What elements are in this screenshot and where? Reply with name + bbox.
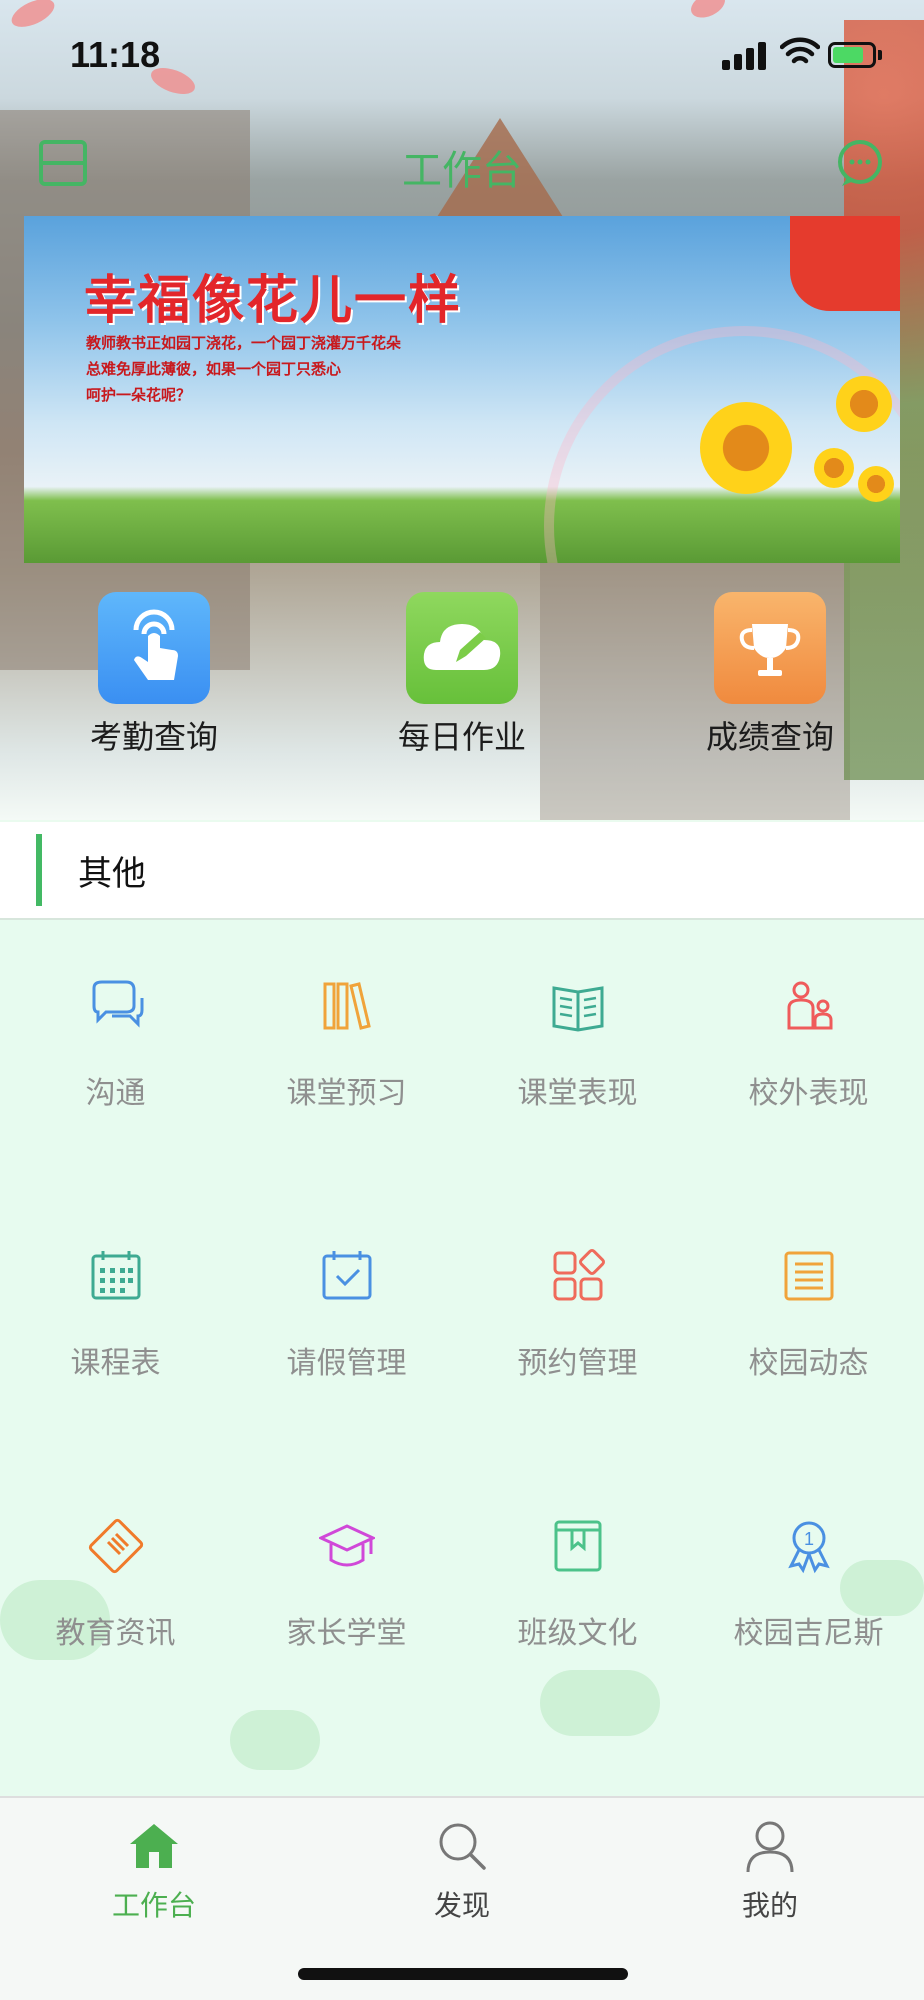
open-book-icon <box>552 986 604 1032</box>
section-title: 其他 <box>78 854 146 894</box>
grid-item-class-performance[interactable]: 课堂表现 <box>462 920 693 1190</box>
section-header-other: 其他 <box>0 822 924 918</box>
search-icon <box>439 1823 486 1870</box>
tab-mine[interactable]: 我的 <box>670 1818 870 1924</box>
grid-item-label: 校外表现 <box>748 1076 869 1111</box>
tab-label: 工作台 <box>111 1889 196 1922</box>
bookmark-book-icon <box>554 1520 602 1572</box>
parent-child-icon <box>787 981 833 1030</box>
sunflower-image <box>858 466 894 502</box>
nav-bar: 工作台 <box>0 130 924 200</box>
section-accent-bar <box>36 834 42 906</box>
battery-icon <box>828 42 876 68</box>
grid-item-label: 班级文化 <box>517 1616 638 1651</box>
quick-action-label: 考勤查询 <box>89 718 218 756</box>
grid-item-label: 课堂表现 <box>517 1076 638 1111</box>
quick-action-grades[interactable]: 成绩查询 <box>670 592 870 758</box>
trophy-icon <box>714 592 826 704</box>
list-doc-icon <box>784 1251 834 1301</box>
grid-item-label: 沟通 <box>85 1076 146 1111</box>
grid-item-label: 教育资讯 <box>55 1616 176 1651</box>
status-time: 11:18 <box>70 34 161 75</box>
banner-line: 呵护一朵花呢？ <box>86 386 192 404</box>
grid-item-appointment[interactable]: 预约管理 <box>462 1190 693 1460</box>
news-icon <box>88 1518 144 1574</box>
home-icon <box>130 1824 178 1868</box>
wifi-icon <box>780 37 820 64</box>
grid-item-communication[interactable]: 沟通 <box>0 920 231 1190</box>
sunflower-image <box>836 376 892 432</box>
tab-label: 发现 <box>433 1889 490 1922</box>
chat-bubbles-icon <box>92 980 144 1028</box>
signal-icon <box>722 40 768 70</box>
banner-title: 幸福像花儿一样 <box>84 270 463 331</box>
grid-item-class-culture[interactable]: 班级文化 <box>462 1460 693 1730</box>
award-ribbon-icon: 1 <box>788 1521 830 1574</box>
banner-line: 教师教书正如园丁浇花，一个园丁浇灌万千花朵 <box>86 334 402 352</box>
tab-label: 我的 <box>741 1889 798 1922</box>
grid-item-label: 课堂预习 <box>286 1076 407 1111</box>
grid-item-label: 校园吉尼斯 <box>733 1616 884 1651</box>
graduation-cap-icon <box>319 1524 375 1567</box>
grid-item-parent-school[interactable]: 家长学堂 <box>231 1460 462 1730</box>
grid-item-label: 家长学堂 <box>286 1616 407 1651</box>
calendar-grid-icon <box>91 1251 141 1300</box>
tab-discover[interactable]: 发现 <box>362 1818 562 1924</box>
grid-item-label: 预约管理 <box>517 1346 638 1381</box>
calendar-check-icon <box>322 1251 372 1300</box>
apps-icon <box>553 1249 605 1301</box>
grid-item-timetable[interactable]: 课程表 <box>0 1190 231 1460</box>
sunflower-image <box>814 448 854 488</box>
status-bar: 11:18 <box>0 0 924 110</box>
svg-text:1: 1 <box>804 1529 814 1549</box>
quick-action-attendance[interactable]: 考勤查询 <box>54 592 254 758</box>
grid-item-outside-performance[interactable]: 校外表现 <box>693 920 924 1190</box>
feature-grid: 沟通 课堂预习 课堂表现 校外表现 课程表 请假管理 预约管理 校园动态 教育资… <box>0 920 924 1796</box>
grid-item-class-preview[interactable]: 课堂预习 <box>231 920 462 1190</box>
battery-cap <box>878 50 882 60</box>
home-indicator <box>298 1968 628 1980</box>
watering-can-image <box>790 216 900 311</box>
banner-line: 总难免厚此薄彼，如果一个园丁只悉心 <box>86 360 342 378</box>
grid-item-label: 校园动态 <box>748 1346 869 1381</box>
banner-carousel[interactable]: 幸福像花儿一样 教师教书正如园丁浇花，一个园丁浇灌万千花朵 总难免厚此薄彼，如果… <box>24 216 900 563</box>
grid-item-campus-guinness[interactable]: 1 校园吉尼斯 <box>693 1460 924 1730</box>
tap-hand-icon <box>98 592 210 704</box>
books-icon <box>323 982 371 1030</box>
grid-item-leave-management[interactable]: 请假管理 <box>231 1190 462 1460</box>
tab-workbench[interactable]: 工作台 <box>54 1818 254 1924</box>
quick-action-label: 每日作业 <box>397 718 526 756</box>
user-icon <box>746 1821 794 1873</box>
cloud-edit-icon <box>406 592 518 704</box>
grid-item-label: 请假管理 <box>286 1346 407 1381</box>
page-title: 工作台 <box>402 148 522 194</box>
grid-item-label: 课程表 <box>70 1346 161 1381</box>
quick-action-label: 成绩查询 <box>705 718 834 756</box>
message-icon[interactable] <box>834 138 886 190</box>
sunflower-image <box>700 402 792 494</box>
grid-item-education-news[interactable]: 教育资讯 <box>0 1460 231 1730</box>
grid-item-campus-news[interactable]: 校园动态 <box>693 1190 924 1460</box>
quick-action-homework[interactable]: 每日作业 <box>362 592 562 758</box>
